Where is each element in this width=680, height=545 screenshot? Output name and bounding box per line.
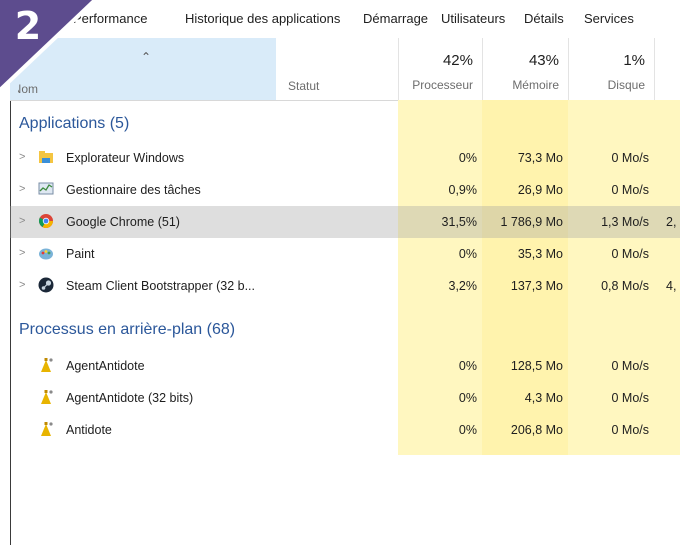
list-item[interactable]: > Paint 0% 35,3 Mo 0 Mo/s — [10, 238, 680, 270]
network-column-header[interactable] — [654, 38, 680, 100]
expand-chevron-icon[interactable]: > — [19, 183, 25, 195]
tab-app-history[interactable]: Historique des applications — [185, 11, 340, 26]
tab-users[interactable]: Utilisateurs — [441, 11, 505, 26]
steam-icon — [38, 277, 54, 293]
list-item[interactable]: Antidote 0% 206,8 Mo 0 Mo/s — [10, 414, 680, 446]
antidote-icon — [41, 358, 53, 372]
task-manager-icon — [38, 182, 54, 195]
step-number: 2 — [14, 4, 42, 48]
disk-column-header[interactable]: 1% Disque — [568, 38, 654, 100]
list-item[interactable]: AgentAntidote (32 bits) 0% 4,3 Mo 0 Mo/s — [10, 382, 680, 414]
tab-details[interactable]: Détails — [524, 11, 564, 26]
step-number-badge: 2 — [0, 0, 100, 100]
disk-label: Disque — [607, 78, 645, 92]
expand-chevron-icon[interactable]: > — [19, 215, 25, 227]
group-header-background[interactable]: Processus en arrière-plan (68) — [10, 310, 680, 346]
status-column-header[interactable]: Statut — [288, 79, 319, 93]
column-header: ⌃ Nom Statut 42% Processeur 43% Mémoire … — [10, 38, 680, 101]
memory-percent: 43% — [528, 52, 559, 69]
chrome-icon — [38, 214, 53, 228]
cpu-column-header[interactable]: 42% Processeur — [398, 38, 482, 100]
expand-chevron-icon[interactable]: > — [19, 247, 25, 259]
antidote-icon — [41, 390, 53, 404]
list-item[interactable]: > Steam Client Bootstrapper (32 b... 3,2… — [10, 270, 680, 302]
memory-label: Mémoire — [512, 78, 559, 92]
disk-percent: 1% — [623, 52, 645, 69]
list-item[interactable]: > Explorateur Windows 0% 73,3 Mo 0 Mo/s — [10, 142, 680, 174]
tab-startup[interactable]: Démarrage — [363, 11, 428, 26]
cpu-percent: 42% — [442, 52, 473, 69]
tab-bar: Performance Historique des applications … — [0, 0, 680, 38]
expand-chevron-icon[interactable]: > — [19, 151, 25, 163]
folder-explorer-icon — [39, 151, 53, 163]
antidote-icon — [41, 422, 53, 436]
expand-chevron-icon[interactable]: > — [19, 279, 25, 291]
paint-icon — [39, 248, 53, 260]
cpu-label: Processeur — [412, 78, 473, 92]
list-item[interactable]: > Gestionnaire des tâches 0,9% 26,9 Mo 0… — [10, 174, 680, 206]
group-header-applications[interactable]: Applications (5) — [10, 104, 680, 140]
memory-column-header[interactable]: 43% Mémoire — [482, 38, 568, 100]
tab-services[interactable]: Services — [584, 11, 634, 26]
list-item[interactable]: > Google Chrome (51) 31,5% 1 786,9 Mo 1,… — [10, 206, 680, 238]
sort-up-icon: ⌃ — [141, 50, 152, 64]
list-item[interactable]: AgentAntidote 0% 128,5 Mo 0 Mo/s — [10, 350, 680, 382]
